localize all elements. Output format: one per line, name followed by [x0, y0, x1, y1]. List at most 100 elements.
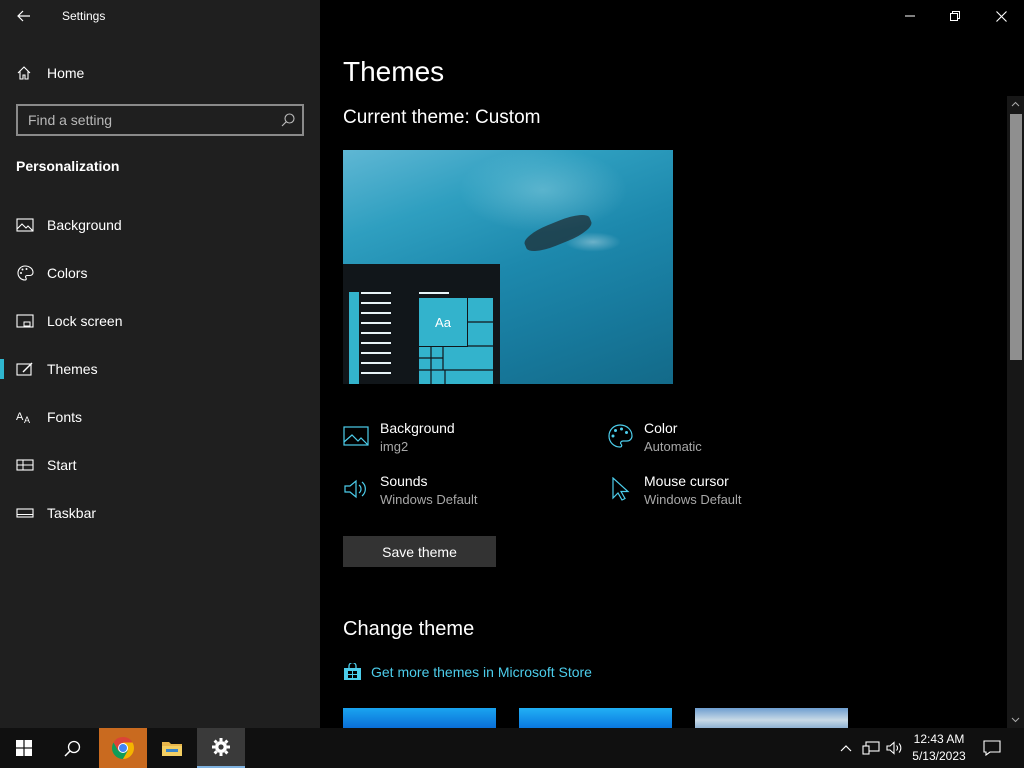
sounds-property[interactable]: Sounds Windows Default: [343, 471, 603, 511]
search-icon: [63, 740, 80, 757]
gear-icon: [212, 738, 230, 756]
sidebar-item-background[interactable]: Background: [0, 205, 320, 245]
scroll-down-button[interactable]: [1007, 712, 1024, 728]
palette-icon: [17, 265, 34, 281]
content-pane: Themes Current theme: Custom Aa Backgrou…: [320, 0, 1024, 728]
themes-brush-icon: [16, 362, 33, 376]
page-title: Themes: [343, 56, 445, 87]
sidebar-item-fonts[interactable]: AA Fonts: [0, 397, 320, 437]
search-icon[interactable]: [280, 112, 296, 128]
theme-preview: Aa: [343, 150, 673, 384]
minimize-button[interactable]: [887, 0, 933, 32]
back-arrow-icon: [17, 10, 30, 22]
close-icon: [995, 10, 1007, 22]
current-theme-heading: Current theme: Custom: [343, 107, 541, 128]
property-value: img2: [380, 439, 409, 454]
sidebar-item-label: Taskbar: [47, 505, 97, 521]
preview-swimmer: [521, 209, 595, 257]
mouse-cursor-property[interactable]: Mouse cursor Windows Default: [607, 471, 867, 511]
chrome-icon: [112, 737, 134, 759]
property-value: Windows Default: [644, 492, 742, 507]
home-label: Home: [47, 65, 85, 81]
minimize-icon: [905, 15, 915, 17]
notification-icon: [983, 740, 1001, 756]
background-property[interactable]: Background img2: [343, 418, 603, 458]
speaker-icon: [344, 479, 366, 499]
property-title: Sounds: [380, 473, 428, 489]
sidebar-item-label: Lock screen: [47, 313, 123, 329]
preview-start-panel: Aa: [343, 264, 500, 384]
theme-properties: Background img2 Color Automatic Sounds W…: [343, 418, 1003, 518]
search-box: [16, 104, 304, 136]
folder-icon: [162, 742, 182, 756]
windows-logo-icon: [16, 740, 32, 756]
restore-button[interactable]: [932, 0, 978, 32]
title-bar-left: Settings: [0, 0, 320, 32]
action-center-button[interactable]: [978, 728, 1006, 768]
sidebar-item-lock-screen[interactable]: Lock screen: [0, 301, 320, 341]
sidebar-item-label: Background: [47, 217, 122, 233]
home-icon: [17, 66, 31, 80]
taskbar-settings-button[interactable]: [197, 728, 245, 768]
scroll-thumb[interactable]: [1010, 114, 1022, 360]
clock-date: 5/13/2023: [912, 749, 966, 763]
back-button[interactable]: [8, 4, 40, 28]
scroll-up-button[interactable]: [1007, 96, 1024, 112]
vertical-scrollbar[interactable]: [1007, 96, 1024, 728]
theme-thumbnail-windows[interactable]: [343, 708, 496, 728]
start-icon: [16, 459, 34, 471]
preview-tile-header: [419, 292, 449, 294]
sidebar-item-label: Fonts: [47, 409, 83, 425]
preview-tile-text: Aa: [419, 298, 468, 347]
color-property[interactable]: Color Automatic: [607, 418, 867, 458]
start-button[interactable]: [0, 728, 48, 768]
property-title: Color: [644, 420, 678, 436]
search-input[interactable]: [18, 106, 288, 134]
sidebar-item-themes[interactable]: Themes: [0, 349, 320, 389]
sidebar-item-label: Colors: [47, 265, 88, 281]
volume-button[interactable]: [884, 728, 904, 768]
store-link-label: Get more themes in Microsoft Store: [371, 664, 592, 680]
theme-thumbnail-windows-light[interactable]: [519, 708, 672, 728]
change-theme-heading: Change theme: [343, 618, 475, 640]
section-title: Personalization: [16, 158, 120, 174]
chevron-down-icon: [1011, 717, 1020, 723]
lock-screen-icon: [16, 314, 34, 328]
image-icon: [343, 426, 369, 446]
theme-thumbnail-flowers[interactable]: [695, 708, 848, 728]
taskbar-search-button[interactable]: [48, 728, 96, 768]
taskbar-chrome-button[interactable]: [99, 728, 147, 768]
taskbar-icon: [16, 508, 34, 518]
network-button[interactable]: [860, 728, 882, 768]
clock-time: 12:43 AM: [913, 732, 965, 746]
show-hidden-icons-button[interactable]: [836, 728, 856, 768]
active-indicator: [0, 359, 4, 379]
preview-app-column: [349, 292, 359, 384]
restore-icon: [950, 11, 960, 21]
taskbar-file-explorer-button[interactable]: [148, 728, 196, 768]
cursor-icon: [612, 477, 630, 501]
image-icon: [16, 218, 34, 232]
property-title: Mouse cursor: [644, 473, 729, 489]
sidebar-item-colors[interactable]: Colors: [0, 253, 320, 293]
network-icon: [862, 741, 880, 755]
property-value: Automatic: [644, 439, 702, 454]
chevron-up-icon: [840, 745, 852, 752]
font-icon: AA: [16, 411, 30, 425]
close-button[interactable]: [978, 0, 1024, 32]
microsoft-store-link[interactable]: Get more themes in Microsoft Store: [343, 662, 592, 682]
taskbar-clock[interactable]: 12:43 AM 5/13/2023: [906, 731, 972, 765]
sidebar-item-taskbar[interactable]: Taskbar: [0, 493, 320, 533]
sidebar-item-label: Start: [47, 457, 77, 473]
sidebar-item-start[interactable]: Start: [0, 445, 320, 485]
store-bag-icon: [344, 663, 361, 680]
app-title: Settings: [62, 9, 106, 23]
speaker-icon: [885, 741, 901, 755]
property-title: Background: [380, 420, 455, 436]
property-value: Windows Default: [380, 492, 478, 507]
taskbar: 12:43 AM 5/13/2023: [0, 728, 1024, 768]
svg-text:A: A: [24, 415, 30, 425]
save-theme-button[interactable]: Save theme: [343, 536, 496, 567]
palette-icon: [608, 424, 633, 448]
home-nav-item[interactable]: Home: [16, 62, 84, 84]
